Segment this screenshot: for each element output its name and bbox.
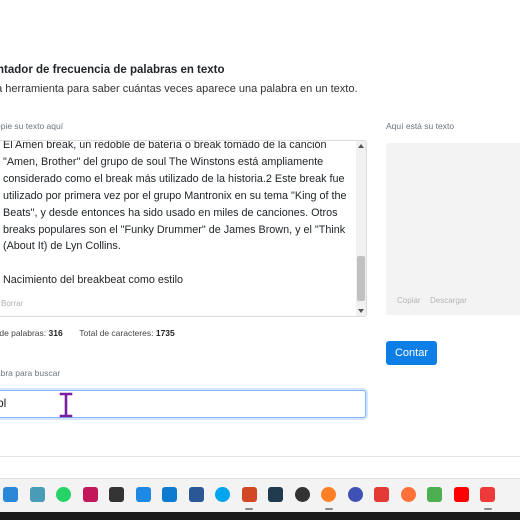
youtube-icon[interactable]: [453, 487, 469, 502]
bluestacks-icon[interactable]: [427, 487, 442, 502]
video-editor-icon[interactable]: [268, 487, 283, 502]
download-button[interactable]: Descargar: [430, 296, 467, 305]
snipping-tool-icon[interactable]: [82, 487, 98, 502]
scroll-thumb[interactable]: [357, 256, 365, 301]
char-count-value: 1735: [155, 328, 175, 338]
taskbar-edge: [0, 512, 520, 520]
text-input-label: epie su texto aquí: [0, 121, 64, 131]
firefox-icon[interactable]: [400, 487, 416, 502]
footer-divider: [0, 456, 520, 457]
scroll-up-icon[interactable]: [358, 144, 364, 148]
clear-button[interactable]: Borrar: [1, 299, 23, 308]
powerpoint-icon[interactable]: [241, 487, 257, 502]
copy-button[interactable]: Copiar: [397, 296, 421, 305]
output-label: Aquí está su texto: [386, 121, 455, 131]
pen-tool-icon[interactable]: [135, 487, 151, 502]
media-player-icon[interactable]: [321, 487, 336, 502]
terminal-icon[interactable]: [29, 487, 45, 502]
store-icon[interactable]: [3, 487, 18, 502]
meet-icon[interactable]: [188, 487, 204, 502]
word-count-label: tal de palabras:: [0, 328, 47, 338]
whatsapp-icon[interactable]: [56, 487, 71, 502]
page-subtitle: na herramienta para saber cuántas veces …: [0, 83, 358, 95]
text-cursor-icon: [59, 392, 73, 418]
search-label: labra para buscar: [0, 368, 61, 378]
search-input-value: bl: [0, 396, 7, 410]
record-app-icon[interactable]: [294, 487, 310, 502]
text-paragraph-1: El Amen break, un redoble de batería o b…: [3, 140, 347, 253]
output-box: Copiar Descargar: [386, 143, 520, 315]
vivaldi-blue-icon[interactable]: [347, 487, 363, 502]
taskbar-active-indicator: [245, 508, 253, 510]
page-title: ontador de frecuencia de palabras en tex…: [0, 64, 225, 76]
opera-icon[interactable]: [374, 487, 389, 502]
text-scrollbar[interactable]: [356, 141, 366, 316]
cloud-app-icon[interactable]: [215, 487, 230, 502]
scroll-down-icon[interactable]: [358, 309, 364, 313]
usb-icon[interactable]: [109, 487, 124, 502]
text-input-area[interactable]: El Amen break, un redoble de batería o b…: [0, 140, 367, 317]
count-button[interactable]: Contar: [386, 341, 437, 365]
vivaldi-icon[interactable]: [480, 487, 495, 502]
search-input[interactable]: bl: [0, 390, 366, 418]
edge-dev-icon[interactable]: [162, 487, 177, 502]
text-paragraph-2: Nacimiento del breakbeat como estilo: [3, 274, 184, 287]
taskbar-active-indicator: [324, 508, 333, 510]
text-input-content[interactable]: El Amen break, un redoble de batería o b…: [3, 140, 348, 289]
word-count-value: 316: [48, 328, 63, 338]
char-count-label: Total de caracteres:: [79, 328, 154, 338]
text-stats: tal de palabras: 316 Total de caracteres…: [0, 328, 175, 338]
taskbar: [0, 478, 520, 513]
taskbar-active-indicator: [483, 508, 492, 510]
